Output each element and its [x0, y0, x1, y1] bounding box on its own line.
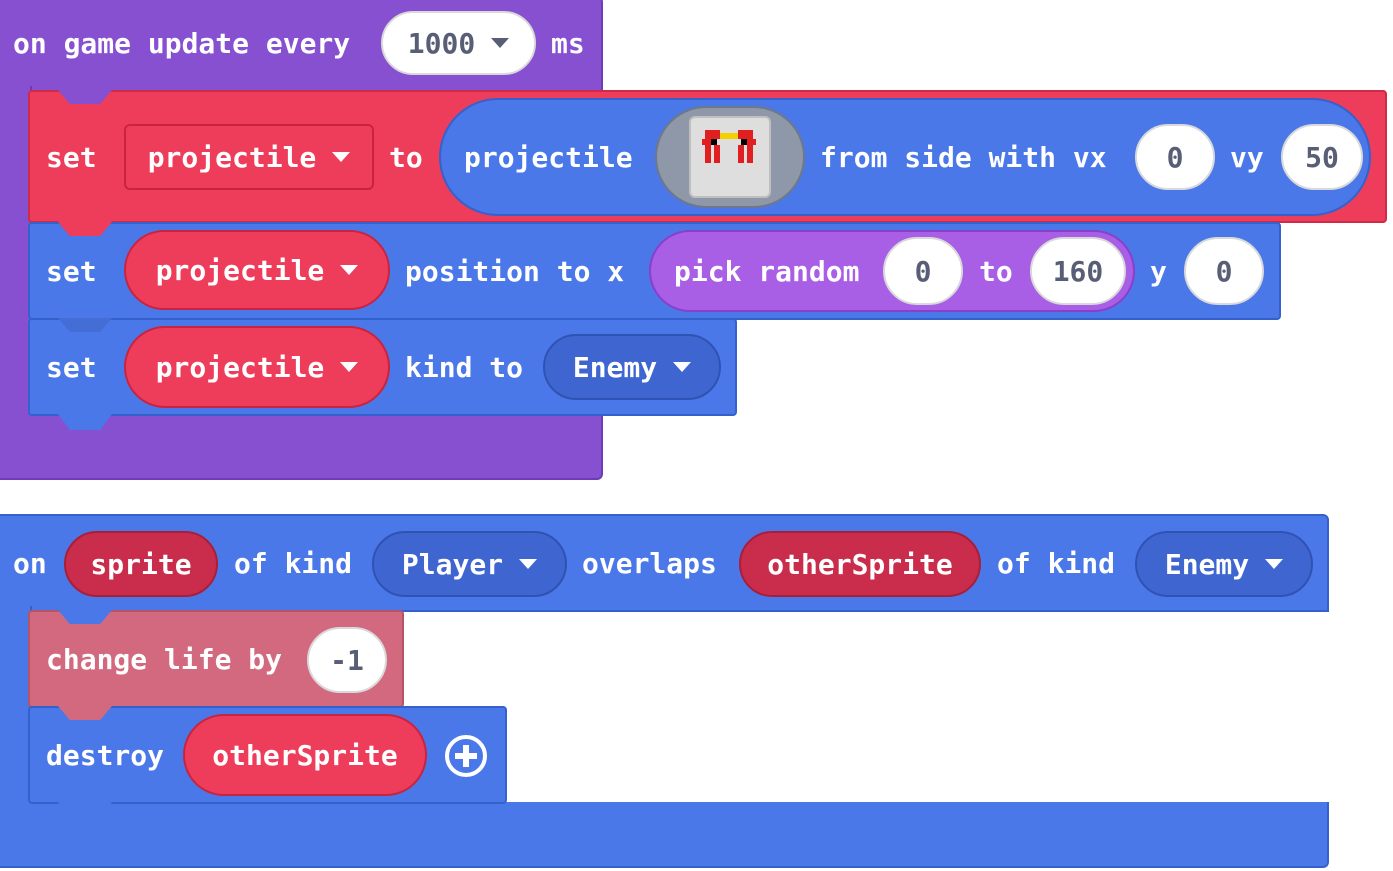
variable-name: projectile — [147, 140, 317, 174]
vx-value: 0 — [1166, 140, 1184, 174]
interval-value: 1000 — [407, 26, 476, 60]
random-min-input[interactable]: 0 — [883, 237, 963, 305]
set-keyword: set — [46, 255, 97, 288]
on-keyword: on — [13, 547, 47, 580]
position-to-x-label: position to x — [405, 255, 625, 288]
vy-value: 50 — [1305, 140, 1339, 174]
caret-down-icon — [340, 362, 359, 372]
overlaps-label: overlaps — [582, 547, 717, 580]
random-max-input[interactable]: 160 — [1030, 237, 1126, 305]
set-keyword: set — [46, 141, 97, 174]
caret-down-icon — [340, 265, 359, 275]
caret-down-icon — [332, 152, 351, 162]
projectile-variable-dropdown[interactable]: projectile — [124, 230, 390, 310]
other-sprite-variable-name: otherSprite — [767, 547, 953, 581]
interval-dropdown[interactable]: 1000 — [381, 11, 536, 75]
life-change-value: -1 — [330, 643, 364, 677]
caret-down-icon — [491, 38, 510, 48]
vy-label: vy — [1230, 141, 1264, 174]
random-min-value: 0 — [914, 254, 932, 288]
y-input[interactable]: 0 — [1184, 237, 1264, 305]
projectile-reporter-label: projectile — [464, 141, 633, 174]
projectile-variable-dropdown[interactable]: projectile — [124, 326, 390, 408]
kind-to-label: kind to — [405, 351, 524, 384]
sprite-variable-name: sprite — [90, 547, 192, 581]
sprite-image-picker[interactable] — [655, 106, 805, 208]
vy-input[interactable]: 50 — [1281, 124, 1363, 190]
destroy-target-name: otherSprite — [212, 738, 398, 772]
pick-random-label: pick random — [674, 255, 860, 288]
block-notch — [58, 90, 112, 104]
other-sprite-variable[interactable]: otherSprite — [739, 531, 981, 597]
sprite-variable[interactable]: sprite — [64, 531, 218, 597]
caret-down-icon — [1265, 559, 1284, 569]
variable-name: projectile — [155, 253, 325, 287]
caret-down-icon — [519, 559, 538, 569]
of-kind-label: of kind — [997, 547, 1116, 580]
red-spaceship-sprite-icon — [702, 130, 756, 163]
kind-value: Player — [401, 547, 504, 581]
caret-down-icon — [673, 362, 692, 372]
of-kind-label: of kind — [234, 547, 353, 580]
variable-name: projectile — [155, 350, 325, 384]
projectile-variable-dropdown[interactable]: projectile — [124, 124, 374, 190]
player-kind-dropdown[interactable]: Player — [372, 531, 567, 597]
plus-circle-icon[interactable] — [443, 733, 489, 779]
block-notch — [58, 222, 112, 236]
set-keyword: set — [46, 351, 97, 384]
overlap-event-footer — [0, 802, 1329, 868]
block-notch — [58, 610, 112, 624]
kind-value: Enemy — [572, 350, 658, 384]
enemy-kind-dropdown[interactable]: Enemy — [1135, 531, 1313, 597]
game-update-label: on game update every — [13, 27, 351, 60]
block-notch — [58, 318, 112, 332]
y-value: 0 — [1215, 254, 1233, 288]
random-max-value: 160 — [1052, 254, 1104, 288]
sprite-image-frame — [689, 116, 771, 198]
change-life-label: change life by — [46, 643, 283, 676]
to-keyword: to — [979, 255, 1013, 288]
destroy-label: destroy — [46, 739, 165, 772]
kind-dropdown[interactable]: Enemy — [543, 334, 721, 400]
from-side-with-vx-label: from side with vx — [820, 141, 1107, 174]
interval-unit: ms — [551, 27, 585, 60]
kind-value: Enemy — [1164, 547, 1250, 581]
to-keyword: to — [389, 141, 423, 174]
block-notch — [58, 706, 112, 720]
life-change-input[interactable]: -1 — [307, 627, 387, 693]
destroy-target-variable[interactable]: otherSprite — [183, 714, 427, 796]
y-label: y — [1150, 255, 1167, 288]
vx-input[interactable]: 0 — [1135, 124, 1215, 190]
